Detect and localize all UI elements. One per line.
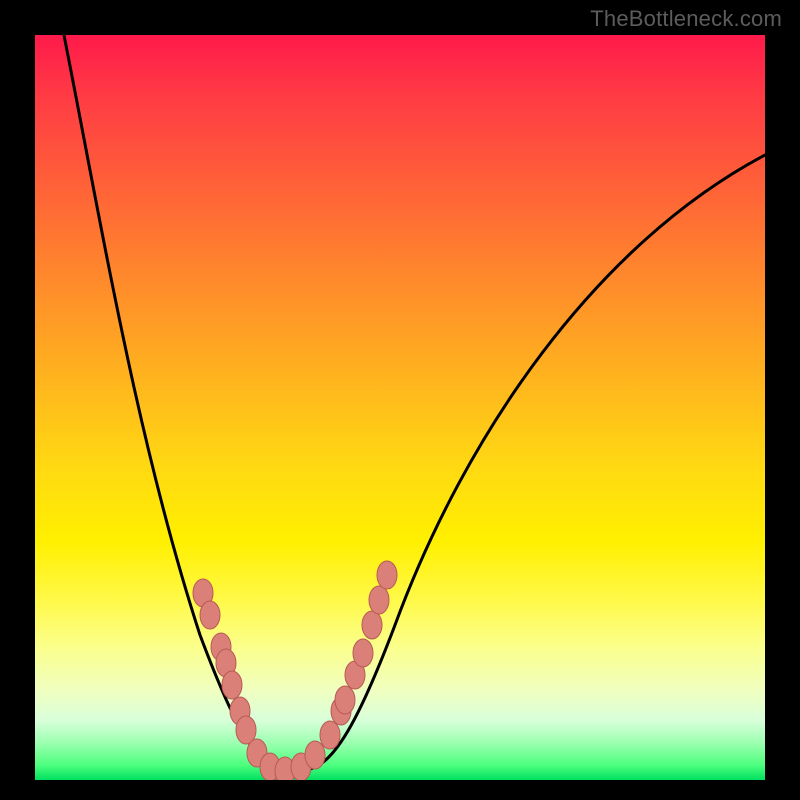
curve-svg [35, 35, 765, 780]
curve-marker [353, 639, 373, 667]
chart-frame: TheBottleneck.com [0, 0, 800, 800]
curve-marker [200, 601, 220, 629]
plot-area [35, 35, 765, 780]
bottleneck-curve [60, 35, 765, 773]
curve-marker [377, 561, 397, 589]
curve-marker [335, 686, 355, 714]
curve-marker [320, 721, 340, 749]
watermark-text: TheBottleneck.com [590, 6, 782, 32]
curve-marker [305, 741, 325, 769]
curve-marker [362, 611, 382, 639]
marker-group [193, 561, 397, 780]
curve-marker [369, 586, 389, 614]
curve-marker [222, 671, 242, 699]
